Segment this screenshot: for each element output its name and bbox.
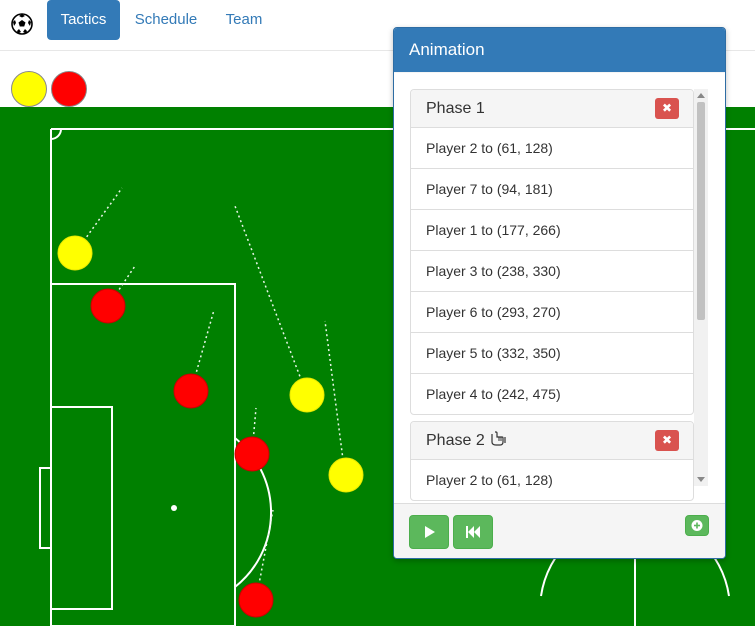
play-icon (425, 526, 435, 538)
add-icon (691, 520, 703, 531)
phase-title: Phase 1 (426, 100, 485, 117)
tab-tactics[interactable]: Tactics (47, 0, 120, 40)
drag-hand-icon[interactable] (489, 431, 507, 447)
list-item[interactable]: Player 1 to (177, 266) (411, 210, 693, 251)
list-item[interactable]: Player 2 to (61, 128) (411, 128, 693, 169)
delete-phase-button[interactable]: ✖ (655, 430, 679, 451)
list-item[interactable]: Player 2 to (61, 128) (411, 460, 693, 500)
list-item[interactable]: Player 5 to (332, 350) (411, 333, 693, 374)
soccer-ball-icon[interactable] (10, 12, 34, 36)
phase-list-container[interactable]: Phase 1 ✖ Player 2 to (61, 128) Player 7… (394, 73, 725, 503)
player-red[interactable] (234, 436, 270, 472)
tab-schedule[interactable]: Schedule (124, 0, 208, 40)
animation-panel: Animation Phase 1 ✖ Player 2 to (61, 128… (393, 27, 726, 559)
phase-title: Phase 2 (426, 432, 485, 449)
player-yellow[interactable] (289, 377, 325, 413)
play-button[interactable] (409, 515, 449, 549)
player-red[interactable] (173, 373, 209, 409)
list-item[interactable]: Player 7 to (94, 181) (411, 169, 693, 210)
player-red[interactable] (238, 582, 274, 618)
phase-list: Phase 1 ✖ Player 2 to (61, 128) Player 7… (410, 89, 694, 503)
scroll-up-icon[interactable] (697, 93, 705, 98)
phase-list-scrollbar[interactable] (694, 89, 708, 486)
phase-card: Phase 2 ✖ Player 2 to (61, 128) (410, 421, 694, 501)
player-yellow[interactable] (328, 457, 364, 493)
player-yellow[interactable] (57, 235, 93, 271)
list-item[interactable]: Player 4 to (242, 475) (411, 374, 693, 414)
list-item[interactable]: Player 3 to (238, 330) (411, 251, 693, 292)
animation-controls (394, 503, 725, 558)
player-red[interactable] (90, 288, 126, 324)
animation-panel-title[interactable]: Animation (394, 28, 725, 72)
red-team-token[interactable] (51, 71, 87, 107)
scroll-down-icon[interactable] (697, 477, 705, 482)
delete-phase-button[interactable]: ✖ (655, 98, 679, 119)
list-item[interactable]: Player 6 to (293, 270) (411, 292, 693, 333)
tab-team[interactable]: Team (212, 0, 276, 40)
scrollbar-thumb[interactable] (697, 102, 705, 320)
yellow-team-token[interactable] (11, 71, 47, 107)
add-phase-button[interactable] (685, 515, 709, 536)
rewind-icon (466, 526, 480, 538)
phase-card: Phase 1 ✖ Player 2 to (61, 128) Player 7… (410, 89, 694, 415)
rewind-button[interactable] (453, 515, 493, 549)
